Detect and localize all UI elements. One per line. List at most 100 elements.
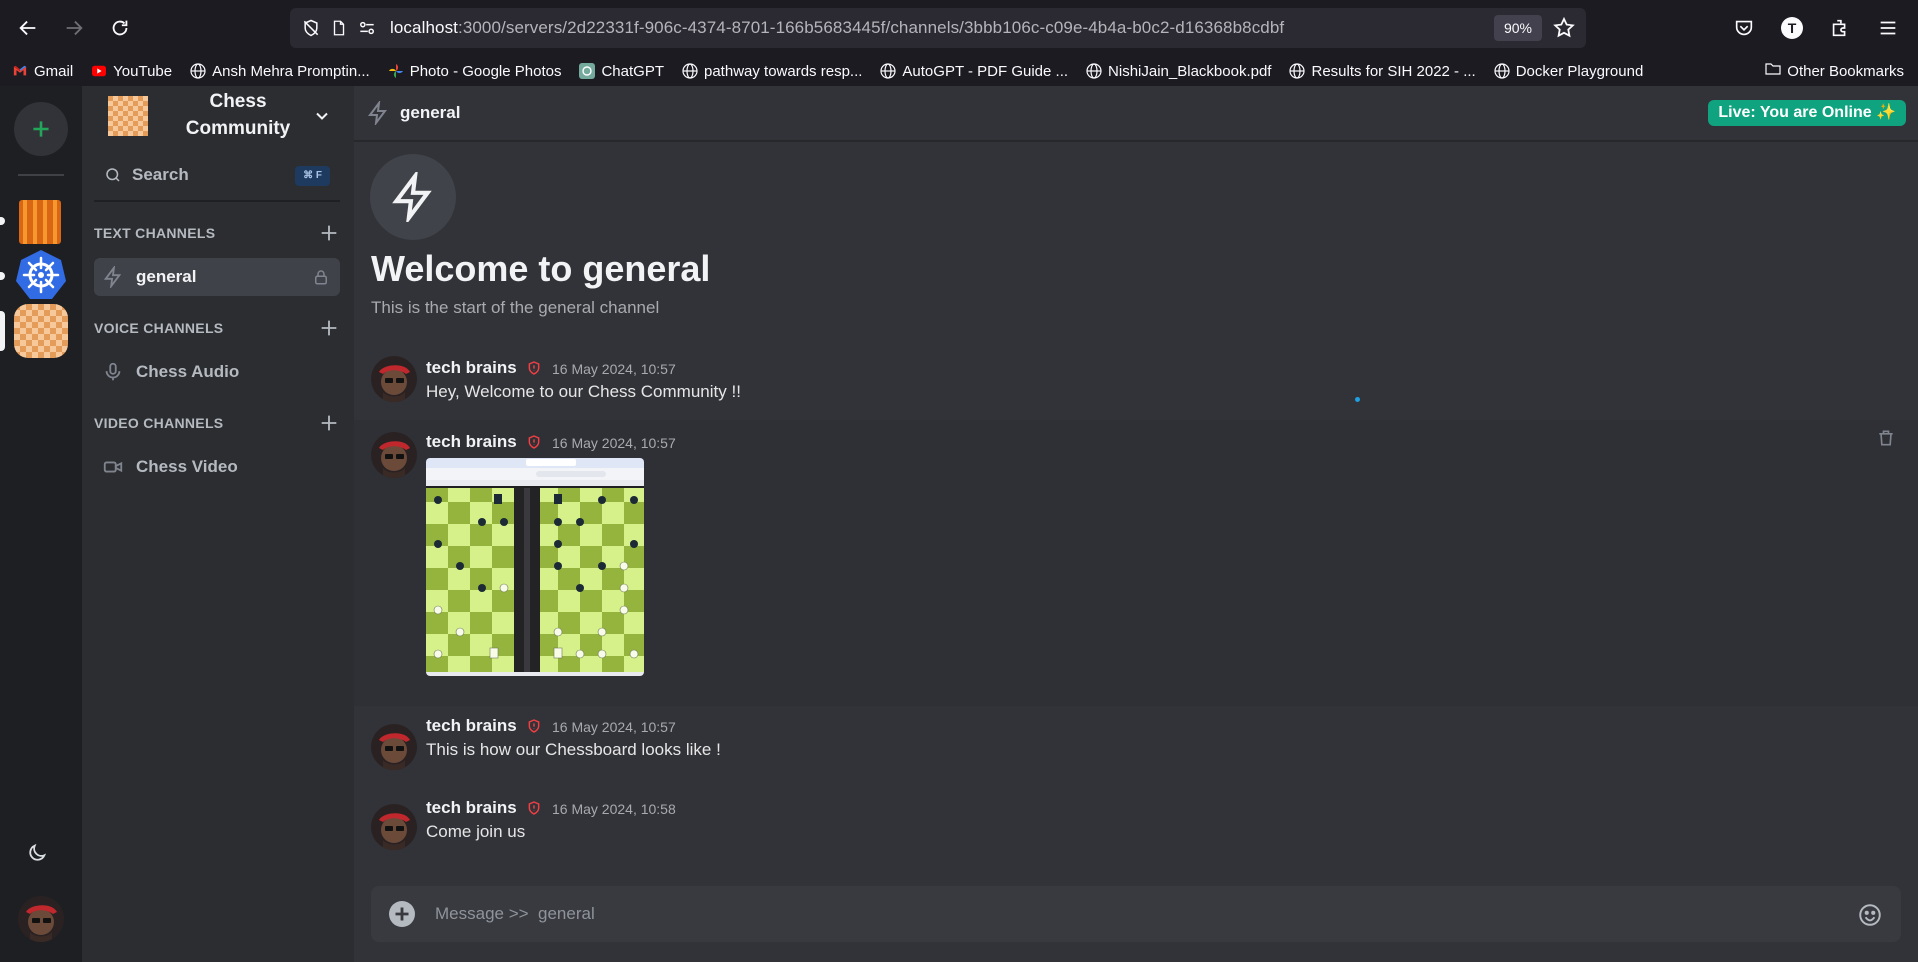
message-avatar[interactable]	[371, 432, 417, 478]
other-bookmarks[interactable]: Other Bookmarks	[1765, 61, 1904, 81]
page-info-icon[interactable]	[328, 17, 350, 39]
zoom-indicator[interactable]: 90%	[1493, 15, 1542, 41]
url-text[interactable]: localhost:3000/servers/2d22331f-906c-437…	[390, 18, 1284, 38]
message-author[interactable]: tech brains	[426, 358, 517, 378]
server-name-line2: Community	[185, 118, 291, 139]
permissions-icon[interactable]	[356, 17, 378, 39]
aws-ec2-icon	[19, 200, 61, 244]
user-avatar[interactable]	[18, 896, 64, 942]
pocket-button[interactable]	[1724, 8, 1764, 48]
message-author[interactable]: tech brains	[426, 432, 517, 452]
voice-channels-header: VOICE CHANNELS	[94, 317, 340, 339]
checker-pattern-icon	[14, 304, 68, 358]
server-header[interactable]: Chess Community	[82, 86, 354, 146]
profile-avatar: T	[1781, 17, 1803, 39]
shield-alert-icon	[528, 435, 540, 449]
bookmark-star-icon[interactable]	[1552, 16, 1576, 40]
add-voice-channel-icon[interactable]	[318, 317, 340, 339]
bookmark-gmail[interactable]: Gmail	[12, 63, 73, 80]
globe-icon	[1289, 63, 1306, 79]
message-composer	[371, 886, 1901, 942]
search-label: Search	[132, 165, 189, 184]
status-badge: Live: You are Online ✨	[1708, 100, 1906, 126]
checker-pattern-icon	[108, 96, 148, 136]
section-title: TEXT CHANNELS	[94, 225, 216, 241]
message-avatar[interactable]	[371, 804, 417, 850]
account-button[interactable]: T	[1772, 8, 1812, 48]
welcome-title: Welcome to general	[371, 248, 711, 289]
add-video-channel-icon[interactable]	[318, 412, 340, 434]
sidebar-divider	[94, 200, 340, 202]
channel-label: Chess Video	[136, 457, 238, 476]
image-attachment[interactable]	[426, 458, 644, 676]
bookmark-sih[interactable]: Results for SIH 2022 - ...	[1289, 62, 1476, 80]
other-bookmarks-label: Other Bookmarks	[1787, 62, 1904, 80]
bookmark-label: ChatGPT	[601, 62, 664, 80]
lock-icon	[315, 270, 327, 285]
server-thumbnail	[108, 96, 148, 136]
chessboard-screenshot	[426, 458, 644, 676]
bookmark-ansh[interactable]: Ansh Mehra Promptin...	[190, 63, 370, 80]
bookmark-docker[interactable]: Docker Playground	[1494, 63, 1643, 80]
message-item[interactable]: tech brains 16 May 2024, 10:57 Hey, Welc…	[354, 350, 1918, 420]
attach-file-button[interactable]	[389, 901, 415, 927]
browser-right-tools: T	[1724, 8, 1908, 48]
extensions-button[interactable]	[1820, 8, 1860, 48]
message-input[interactable]	[435, 904, 1815, 924]
chat-header: general Live: You are Online ✨	[354, 86, 1918, 142]
bookmark-label: NishiJain_Blackbook.pdf	[1108, 62, 1272, 80]
plus-icon	[33, 121, 49, 137]
server-icon-aws[interactable]	[14, 194, 68, 248]
trash-icon[interactable]	[1876, 428, 1896, 448]
forward-button[interactable]	[54, 8, 94, 48]
message-item[interactable]: tech brains 16 May 2024, 10:57 This is h…	[354, 716, 1918, 786]
server-name-line1: Chess	[209, 91, 267, 112]
channel-item-chess-audio[interactable]: Chess Audio	[94, 353, 340, 391]
welcome-subtitle: This is the start of the general channel	[371, 298, 660, 317]
emoji-smile-icon[interactable]	[1857, 902, 1883, 928]
bookmark-google-photos[interactable]: Photo - Google Photos	[388, 63, 561, 80]
browser-toolbar: localhost:3000/servers/2d22331f-906c-437…	[0, 0, 1918, 56]
user-avatar-image	[18, 896, 64, 942]
hamburger-icon	[1880, 21, 1896, 35]
bookmark-label: Gmail	[34, 62, 74, 80]
message-author[interactable]: tech brains	[426, 716, 517, 736]
server-icon-kubernetes[interactable]	[14, 248, 68, 302]
channel-item-chess-video[interactable]: Chess Video	[94, 448, 340, 486]
rail-divider	[18, 174, 64, 176]
google-photos-icon	[388, 63, 404, 79]
menu-button[interactable]	[1868, 8, 1908, 48]
bookmark-pathway[interactable]: pathway towards resp...	[682, 63, 862, 80]
bookmark-youtube[interactable]: YouTube	[91, 63, 172, 80]
url-host: localhost	[390, 18, 458, 37]
message-author[interactable]: tech brains	[426, 798, 517, 818]
message-item[interactable]: tech brains 16 May 2024, 10:58 Come join…	[354, 798, 1918, 868]
url-bar[interactable]: localhost:3000/servers/2d22331f-906c-437…	[290, 8, 1586, 48]
bookmark-label: YouTube	[113, 62, 173, 80]
add-server-button[interactable]	[14, 102, 68, 156]
server-icon-chess[interactable]	[14, 304, 68, 358]
shield-alert-icon	[528, 801, 540, 815]
arrow-left-icon	[19, 20, 36, 36]
message-avatar[interactable]	[371, 356, 417, 402]
tracking-protection-icon[interactable]	[300, 17, 322, 39]
globe-icon	[190, 63, 206, 79]
message-avatar[interactable]	[371, 724, 417, 770]
message-item[interactable]: tech brains 16 May 2024, 10:57	[354, 420, 1918, 706]
reload-button[interactable]	[100, 8, 140, 48]
message-timestamp: 16 May 2024, 10:57	[552, 361, 676, 377]
back-button[interactable]	[8, 8, 48, 48]
globe-icon	[1086, 63, 1102, 79]
chatgpt-icon	[579, 63, 596, 79]
puzzle-icon	[1832, 19, 1846, 37]
add-text-channel-icon[interactable]	[318, 222, 340, 244]
bookmark-autogpt[interactable]: AutoGPT - PDF Guide ...	[880, 63, 1068, 80]
bookmark-blackbook[interactable]: NishiJain_Blackbook.pdf	[1086, 63, 1271, 80]
search-button[interactable]: Search ⌘ F	[94, 156, 340, 194]
chevron-down-icon[interactable]	[312, 106, 332, 126]
bookmark-label: AutoGPT - PDF Guide ...	[902, 62, 1069, 80]
bookmark-label: Results for SIH 2022 - ...	[1311, 62, 1476, 80]
bookmark-chatgpt[interactable]: ChatGPT	[579, 63, 664, 80]
theme-toggle-moon-icon[interactable]	[26, 842, 56, 872]
channel-item-general[interactable]: general	[94, 258, 340, 296]
